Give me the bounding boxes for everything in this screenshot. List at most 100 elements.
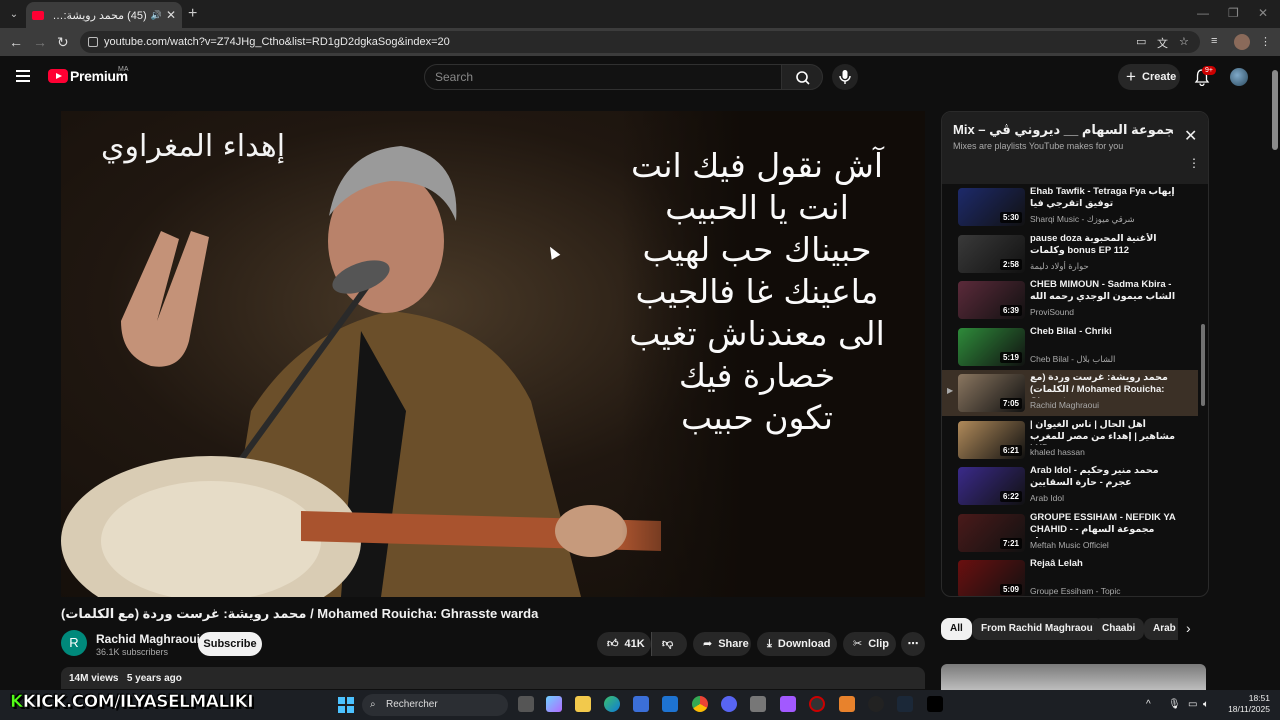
chip-from-channel[interactable]: From Rachid Maghraoui — [972, 618, 1105, 640]
inbox-icon[interactable] — [750, 696, 766, 712]
playlist-item[interactable]: 6:39 CHEB MIMOUN - Sadma Kbira - الشاب مي… — [942, 277, 1198, 323]
task-view-icon[interactable] — [518, 696, 534, 712]
new-tab-button[interactable]: + — [188, 5, 197, 23]
playlist-thumbnail[interactable]: 5:30 — [958, 188, 1025, 226]
outlook-icon[interactable] — [662, 696, 678, 712]
playlist-item[interactable]: 2:58 pause doza الأغنية المحبوبة وكلمات b… — [942, 231, 1198, 277]
guide-menu-icon[interactable] — [16, 70, 30, 85]
edge-browser-icon[interactable] — [604, 696, 620, 712]
like-button[interactable]: 👍︎ 41K — [597, 632, 651, 656]
share-button[interactable]: ➦ Share — [693, 632, 751, 656]
microphone-tray-icon[interactable]: 🎙︎ — [1168, 699, 1181, 710]
browser-tab-strip: ⌄ (45) محمد رويشة: غرست وردة 🔊 ✕ + — ❐ ✕ — [0, 0, 1280, 28]
video-player[interactable]: إهداء المغراوي آش نقول فيك انت انت يا ال… — [61, 111, 925, 597]
playlist-thumbnail[interactable]: 5:09 — [958, 560, 1025, 596]
description-box[interactable]: 14M views 5 years ago — [61, 667, 925, 689]
playlist-item-channel: Groupe Essiham - Topic — [1030, 586, 1121, 596]
more-actions-button[interactable]: ⋯ — [901, 632, 925, 656]
obs-icon[interactable] — [809, 696, 825, 712]
playlist-item[interactable]: 5:19 Cheb Bilal - Chriki Cheb Bilal - الشا… — [942, 324, 1198, 370]
playlist-menu-icon[interactable]: ⋮ — [1188, 156, 1200, 170]
browser-profile-avatar[interactable] — [1234, 34, 1250, 50]
create-label: Create — [1142, 71, 1177, 83]
subscribe-button[interactable]: Subscribe — [198, 632, 262, 656]
playlist-item[interactable]: 6:22 Arab Idol - محمد منير وحكيم عجرم - ح… — [942, 463, 1198, 509]
channel-name[interactable]: Rachid Maghraoui — [96, 632, 200, 646]
close-playlist-icon[interactable]: ✕ — [1184, 126, 1197, 146]
create-button[interactable]: + Create — [1118, 64, 1180, 90]
mix-subtitle: Mixes are playlists YouTube makes for yo… — [953, 141, 1124, 151]
playlist-thumbnail[interactable]: 7:21 — [958, 513, 1025, 552]
playlist-item[interactable]: 5:09 Rejaâ Lelah Groupe Essiham - Topic — [942, 556, 1198, 596]
playlist-thumbnail[interactable]: 7:05 — [958, 374, 1025, 412]
taskbar-search[interactable]: ⌕ Rechercher — [362, 694, 508, 716]
voice-search-button[interactable] — [832, 64, 858, 90]
discord-icon[interactable] — [721, 696, 737, 712]
youtube-logo-icon[interactable] — [48, 69, 68, 83]
playlist-item-current[interactable]: ▶ 7:05 محمد رويشة: غرست وردة (مع الكلمات) … — [942, 370, 1198, 416]
playlist-thumbnail[interactable]: 6:22 — [958, 467, 1025, 505]
playlist-item[interactable]: 5:30 Ehab Tawfik - Tetraga Fya إيهاب توفي… — [942, 184, 1198, 230]
restore-icon[interactable]: ❐ — [1228, 6, 1239, 20]
search-button[interactable] — [781, 64, 823, 90]
cast-icon[interactable]: ▭ — [1136, 35, 1146, 48]
search-input[interactable]: Search — [424, 64, 782, 90]
browser-menu-icon[interactable]: ⋮ — [1260, 35, 1271, 48]
playlist-item[interactable]: 6:21 أهل الحال | ناس الغيوان | مشاهير | إ… — [942, 417, 1198, 463]
app-launcher-icon[interactable] — [839, 696, 855, 712]
chip-chaabi[interactable]: Chaabi — [1093, 618, 1145, 640]
site-info-icon[interactable] — [88, 37, 98, 47]
microsoft-store-icon[interactable] — [633, 696, 649, 712]
recommended-video-thumbnail[interactable] — [941, 664, 1206, 690]
chip-arab[interactable]: Arab — [1144, 618, 1178, 640]
clock-date: 18/11/2025 — [1228, 704, 1270, 714]
tab-search-button[interactable]: ⌄ — [4, 4, 24, 24]
window-close-icon[interactable]: ✕ — [1258, 6, 1268, 20]
address-bar[interactable]: youtube.com/watch?v=Z74JHg_Ctho&list=RD1… — [80, 31, 1200, 53]
network-icon[interactable]: ▭ — [1188, 699, 1197, 710]
capcut-icon[interactable] — [927, 696, 943, 712]
copilot-icon[interactable] — [546, 696, 562, 712]
lyric-line: حبيناك حب لهيب — [642, 230, 872, 269]
page-scroll-thumb[interactable] — [1272, 70, 1278, 150]
audio-app-icon[interactable] — [868, 696, 884, 712]
forward-icon[interactable]: → — [33, 34, 47, 50]
minimize-icon[interactable]: — — [1197, 6, 1209, 20]
page-scrollbar[interactable] — [1270, 56, 1280, 690]
speaker-icon[interactable]: 🔊 — [151, 10, 162, 21]
system-clock[interactable]: 18:51 18/11/2025 — [1212, 693, 1270, 715]
windows-start-icon[interactable] — [338, 697, 354, 713]
gamepad-icon[interactable] — [780, 696, 796, 712]
dislike-button[interactable]: 👎︎ — [651, 632, 687, 656]
tray-chevron-icon[interactable]: ^ — [1146, 699, 1151, 710]
file-explorer-icon[interactable] — [575, 696, 591, 712]
channel-avatar[interactable]: R — [61, 630, 87, 656]
chip-all[interactable]: All — [941, 618, 972, 640]
browser-tab-active[interactable]: (45) محمد رويشة: غرست وردة 🔊 ✕ — [26, 2, 182, 28]
taskbar-search-label: Rechercher — [386, 699, 438, 710]
playlist-thumbnail[interactable]: 6:39 — [958, 281, 1025, 319]
chrome-icon[interactable] — [692, 696, 708, 712]
chevron-right-icon[interactable]: › — [1186, 620, 1191, 636]
download-button[interactable]: ⤓ Download — [757, 632, 837, 656]
playlist-item-title: pause doza الأغنية المحبوبة وكلمات bonus… — [1030, 232, 1157, 256]
playlist-item[interactable]: 7:21 GROUPE ESSIHAM - NEFDIK YA CHAHID - … — [942, 510, 1198, 556]
playlist-scroll-thumb[interactable] — [1201, 324, 1205, 406]
account-avatar[interactable] — [1230, 68, 1248, 86]
url-text: youtube.com/watch?v=Z74JHg_Ctho&list=RD1… — [104, 36, 450, 48]
playlist-thumbnail[interactable]: 5:19 — [958, 327, 1025, 366]
playlist-thumbnail[interactable]: 2:58 — [958, 234, 1025, 273]
thumbs-down-icon: 👎︎ — [662, 638, 674, 650]
bookmark-star-icon[interactable]: ☆ — [1179, 35, 1189, 48]
playlist-thumbnail[interactable]: 6:21 — [958, 420, 1025, 459]
playlist-item-channel: Sharqi Music - شرقي ميوزك — [1030, 214, 1135, 224]
back-icon[interactable]: ← — [9, 34, 23, 50]
close-tab-icon[interactable]: ✕ — [166, 8, 176, 22]
steam-icon[interactable] — [897, 696, 913, 712]
volume-icon[interactable]: 🔈︎ — [1203, 699, 1209, 710]
mix-title[interactable]: Mix – مجموعة السهام __ ديروني ڤي — [953, 122, 1173, 138]
reload-icon[interactable]: ↻ — [57, 34, 69, 51]
reading-list-icon[interactable]: ≡ — [1211, 35, 1217, 47]
translate-icon[interactable]: 文 — [1157, 35, 1168, 51]
clip-button[interactable]: ✂ Clip — [843, 632, 896, 656]
